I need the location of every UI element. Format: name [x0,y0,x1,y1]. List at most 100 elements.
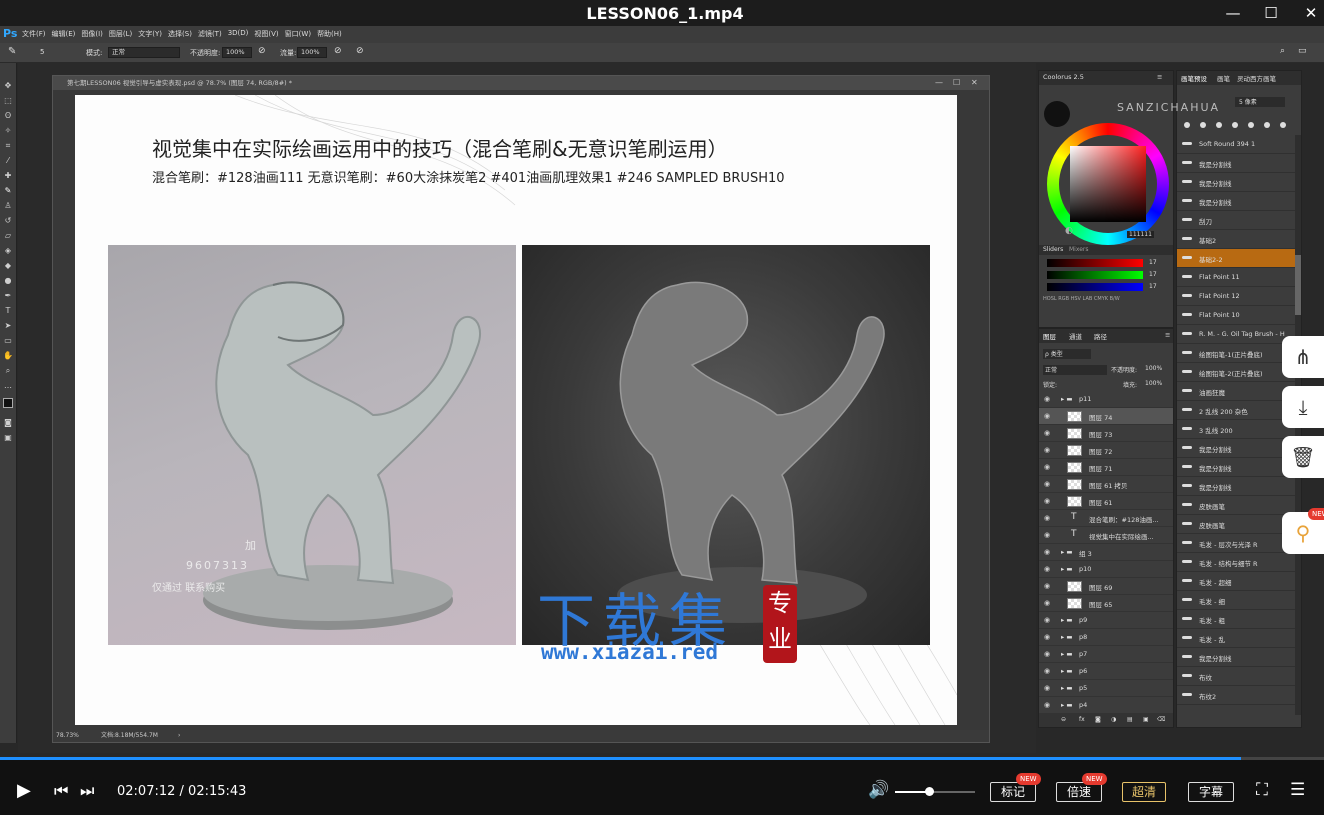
visibility-eye-icon[interactable]: ◉ [1044,412,1050,420]
visibility-eye-icon[interactable]: ◉ [1044,701,1050,709]
green-slider[interactable] [1047,271,1143,279]
stamp-icon[interactable]: ♙ [3,201,13,211]
search-icon[interactable]: ⌕ [1280,46,1285,56]
visibility-eye-icon[interactable]: ◉ [1044,650,1050,658]
brush-icon[interactable]: ✎ [3,186,13,196]
brush-preset-row[interactable]: 2 乱线 200 杂色 [1177,401,1295,420]
blue-slider[interactable] [1047,283,1143,291]
pen-icon[interactable]: ✒ [3,291,13,301]
minimize-icon[interactable]: — [1222,3,1244,23]
tab-brush[interactable]: 画笔 [1217,73,1230,83]
brush-preset-row[interactable]: 基础2-2 [1177,249,1295,268]
next-icon[interactable]: ⏭ [80,781,94,801]
visibility-eye-icon[interactable]: ◉ [1044,395,1050,403]
link-layers-icon[interactable]: ⊖ [1061,716,1066,723]
brush-preset-row[interactable]: 绘图铅笔-2(正片叠底) [1177,363,1295,382]
menu-item[interactable]: 滤镜(T) [198,29,222,39]
brush-preset-row[interactable]: Flat Point 12 [1177,287,1295,306]
brush-preset-row[interactable]: 我是分割线 [1177,173,1295,192]
visibility-eye-icon[interactable]: ◉ [1044,514,1050,522]
layer-row[interactable]: ◉ 图层 61 拷贝 [1039,476,1173,493]
brush-preset-row[interactable]: 我是分割线 [1177,154,1295,173]
document-tab[interactable]: 第七期LESSON06 视觉引导与虚实表现.psd @ 78.7% (图层 74… [53,76,989,90]
screen-mode-icon[interactable]: ▣ [3,433,13,443]
fill-value[interactable]: 100% [1145,380,1162,387]
layer-row[interactable]: ◉ 图层 71 [1039,459,1173,476]
brush-preset-size[interactable]: 5 像素 [1235,97,1285,107]
menu-item[interactable]: 编辑(E) [52,29,76,39]
maximize-icon[interactable]: ☐ [1260,3,1282,23]
layer-row[interactable]: ◉ ▸ ▬ 组 3 [1039,544,1173,561]
tab-sliders[interactable]: Sliders [1043,246,1063,253]
brush-preset-row[interactable]: 我是分割线 [1177,648,1295,667]
current-color-swatch[interactable] [1044,101,1070,127]
visibility-eye-icon[interactable]: ◉ [1044,599,1050,607]
brush-preset-row[interactable]: 刮刀 [1177,211,1295,230]
dodge-icon[interactable]: ● [3,276,13,286]
red-value[interactable]: 17 [1149,259,1157,266]
hex-field[interactable]: 111111 [1127,231,1154,238]
flow-field[interactable]: 100% [297,47,327,58]
brush-preset-row[interactable]: 毛发 - 细 [1177,591,1295,610]
brush-preset-row[interactable]: 皮肤画笔 [1177,515,1295,534]
new-group-icon[interactable]: ▤ [1127,716,1133,723]
foreground-color-swatch[interactable] [3,398,13,408]
magic-wand-icon[interactable]: ✧ [3,126,13,136]
brush-tool-icon[interactable]: ✎ [8,46,16,57]
brush-preset-row[interactable]: 我是分割线 [1177,458,1295,477]
path-select-icon[interactable]: ➤ [3,321,13,331]
tab-channels[interactable]: 通道 [1069,331,1082,341]
airbrush-icon[interactable]: ⊘ [334,46,342,56]
share-button[interactable]: ⋔ [1282,336,1324,378]
visibility-eye-icon[interactable]: ◉ [1044,616,1050,624]
new-layer-icon[interactable]: ▣ [1143,716,1149,723]
layer-row[interactable]: ◉ ▸ ▬ p11 [1039,391,1173,408]
visibility-eye-icon[interactable]: ◉ [1044,463,1050,471]
move-tool-icon[interactable]: ✥ [3,81,13,91]
quick-mask-icon[interactable]: ◙ [3,418,13,428]
visibility-eye-icon[interactable]: ◉ [1044,446,1050,454]
visibility-eye-icon[interactable]: ◉ [1044,531,1050,539]
brush-preset-row[interactable]: 布纹 [1177,667,1295,686]
fx-icon[interactable]: fx [1079,716,1085,723]
pressure-size-icon[interactable]: ⊘ [356,46,364,56]
fullscreen-icon[interactable]: ⛶ [1256,780,1268,800]
layer-row[interactable]: ◉ ▸ ▬ p6 [1039,663,1173,680]
blend-mode-select[interactable]: 正常 [1043,365,1107,375]
tab-layers[interactable]: 图层 [1043,331,1056,341]
doc-close-icon[interactable]: ✕ [971,76,978,89]
brush-preset-row[interactable]: Soft Round 394 1 [1177,135,1295,154]
tab-paths[interactable]: 路径 [1094,331,1107,341]
previous-icon[interactable]: ⏮ [54,781,68,801]
shape-icon[interactable]: ▭ [3,336,13,346]
brush-preset-row[interactable]: 基础2 [1177,230,1295,249]
menu-item[interactable]: 选择(S) [168,29,192,39]
workspace-icon[interactable]: ▭ [1298,46,1307,56]
download-button[interactable]: ⤓ [1282,386,1324,428]
layer-row[interactable]: ◉ ▸ ▬ p9 [1039,612,1173,629]
brush-preset-row[interactable]: 我是分割线 [1177,439,1295,458]
layer-row[interactable]: ◉ 图层 69 [1039,578,1173,595]
brush-preset-row[interactable]: 我是分割线 [1177,477,1295,496]
tab-mixers[interactable]: Mixers [1069,246,1089,253]
menu-item[interactable]: 帮助(H) [317,29,342,39]
brush-preset-row[interactable]: Flat Point 10 [1177,306,1295,325]
tab-brush-presets[interactable]: 画笔预设 [1181,73,1207,83]
history-brush-icon[interactable]: ↺ [3,216,13,226]
brush-preset-row[interactable]: 毛发 - 乱 [1177,629,1295,648]
delete-button[interactable]: 🗑 [1282,436,1324,478]
visibility-eye-icon[interactable]: ◉ [1044,684,1050,692]
brush-preset-row[interactable]: 我是分割线 [1177,192,1295,211]
layer-row[interactable]: ◉ ▸ ▬ p10 [1039,561,1173,578]
layer-row[interactable]: ◉ 图层 73 [1039,425,1173,442]
eyedropper-icon[interactable]: ⁄ [3,156,13,166]
type-icon[interactable]: T [3,306,13,316]
blue-value[interactable]: 17 [1149,283,1157,290]
pin-button[interactable]: ⚲ NEW [1282,508,1324,554]
brush-preset-row[interactable]: Flat Point 11 [1177,268,1295,287]
brush-preset-row[interactable]: 皮肤画笔 [1177,496,1295,515]
saturation-square[interactable] [1070,146,1146,222]
hand-icon[interactable]: ✋ [3,351,13,361]
layer-row[interactable]: ◉ ▸ ▬ p7 [1039,646,1173,663]
volume-icon[interactable]: 🔊 [868,780,889,800]
